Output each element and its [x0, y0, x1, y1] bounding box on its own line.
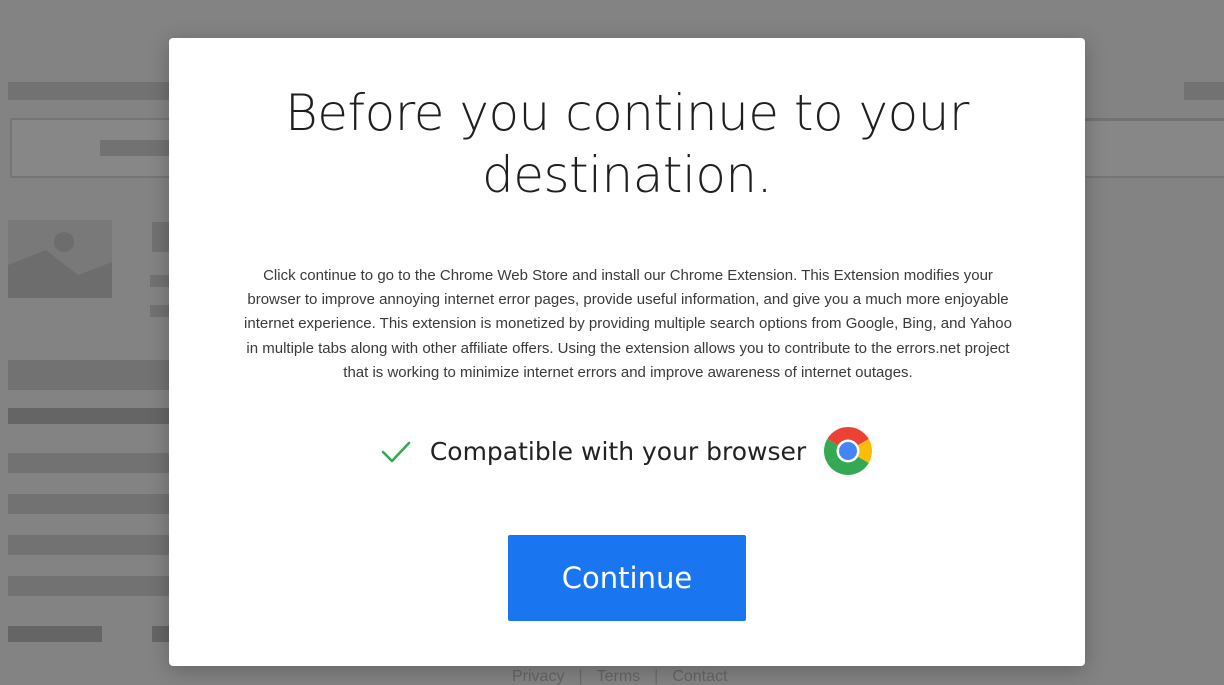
extension-modal: Before you continue to your destination.… [169, 38, 1085, 666]
check-icon [380, 435, 412, 467]
compatibility-text: Compatible with your browser [429, 436, 807, 466]
continue-button[interactable]: Continue [508, 535, 746, 621]
chrome-icon [822, 425, 874, 477]
modal-title: Before you continue to your destination. [285, 84, 969, 204]
modal-description: Click continue to go to the Chrome Web S… [244, 267, 1012, 381]
compatibility-row: Compatible with your browser [169, 424, 1085, 478]
